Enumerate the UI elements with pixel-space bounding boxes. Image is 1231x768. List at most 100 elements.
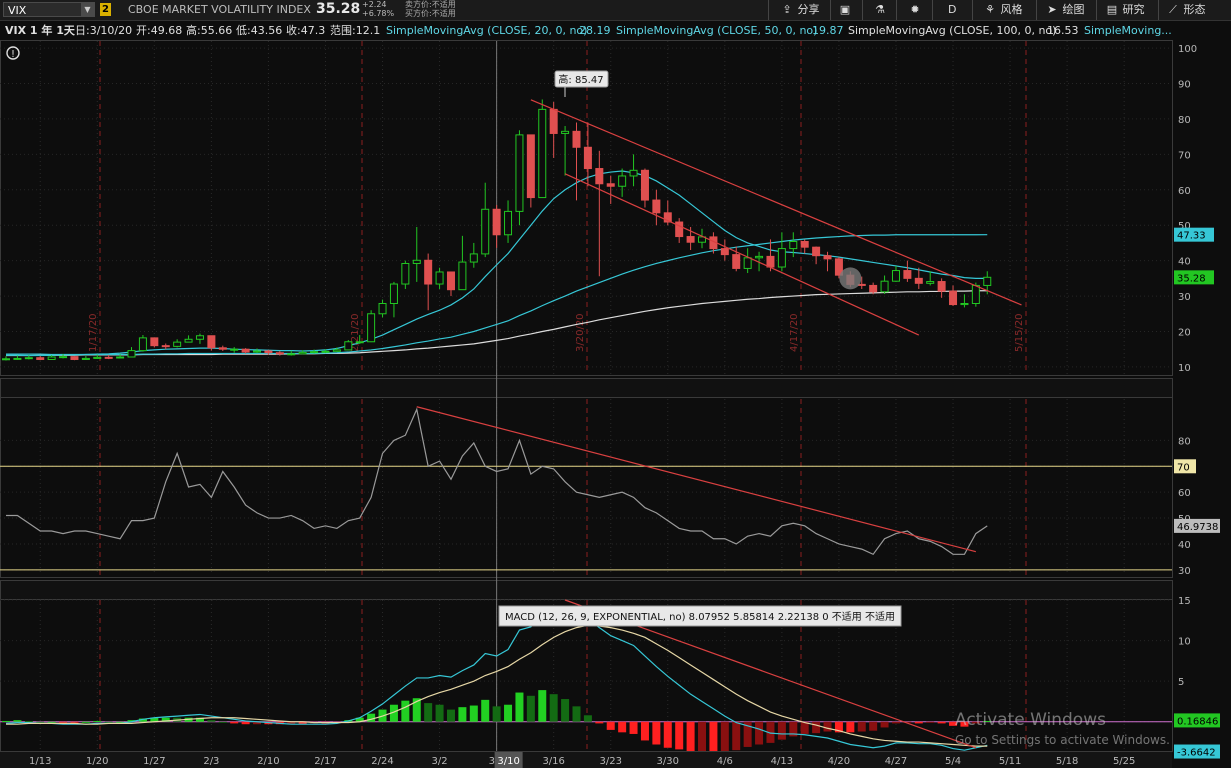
chart-title[interactable]: VIX 1 年 1天: [2, 23, 78, 38]
macd-hist-bar: [538, 690, 547, 722]
macd-hist-bar: [481, 699, 490, 722]
macd-hist-bar: [310, 721, 319, 724]
date-tick-label: 2/10: [257, 756, 279, 767]
macd-hist-bar: [195, 717, 204, 722]
macd-hist-bar: [81, 721, 90, 723]
price-axis-label: 70: [1178, 150, 1191, 161]
sma50-label[interactable]: SimpleMovingAvg (CLOSE, 50, 0, no): [613, 23, 820, 38]
macd-hist-bar: [789, 721, 798, 737]
macd-extra: 年:17.9696: [352, 583, 413, 596]
candle-body: [104, 356, 113, 359]
rsi-panel-frame: [0, 397, 1173, 578]
style-button[interactable]: ⚘ 风格: [983, 2, 1022, 18]
toolbar-divider: [932, 0, 933, 20]
macd-hist-bar: [766, 721, 775, 743]
macd-hist-bar: [116, 721, 125, 723]
sma20-label[interactable]: SimpleMovingAvg (CLOSE, 20, 0, no): [383, 23, 590, 38]
date-tick-label: 2/24: [371, 756, 393, 767]
candle-body: [230, 348, 239, 351]
macd-hist-bar: [138, 718, 147, 722]
date-tick-label: 2/17: [314, 756, 336, 767]
drawings-button[interactable]: ➤ 绘图: [1045, 2, 1085, 18]
date-tick-label: 5/4: [945, 756, 961, 767]
candle-body: [492, 208, 501, 236]
macd-hist-bar: [903, 721, 912, 723]
alert-icon: [6, 46, 20, 60]
candle-body: [344, 341, 353, 351]
toolbar-divider: [972, 0, 973, 20]
candle-body: [401, 262, 410, 285]
macd-hist-bar: [937, 721, 946, 724]
candle-body: [983, 276, 992, 286]
rsi-os: 30: [246, 381, 260, 394]
macd-hist-bar: [572, 706, 581, 722]
macd-hist-bar: [389, 704, 398, 722]
expiry-label: 2/21/20: [350, 313, 361, 352]
flask-button[interactable]: ⚗: [873, 2, 887, 18]
candle-body: [812, 246, 821, 257]
studies-button[interactable]: ▤ 研究: [1105, 2, 1145, 18]
candle-body: [732, 254, 741, 269]
macd-hist-bar: [218, 721, 227, 723]
share-button[interactable]: ⇪ 分享: [780, 2, 819, 18]
macd-hist-bar: [640, 721, 649, 741]
snapshot-button[interactable]: ▣: [838, 2, 852, 18]
candle-body: [777, 248, 786, 268]
candle-body: [116, 356, 125, 359]
patterns-button[interactable]: ⟋ 形态: [1166, 2, 1205, 18]
rsi-value: 68.1771: [197, 381, 243, 394]
price-last-label: 35.28: [1177, 273, 1206, 284]
candle-body: [504, 210, 513, 236]
macd-hist-bar: [492, 706, 501, 722]
candle-body: [446, 271, 455, 291]
studies-label: 研究: [1122, 3, 1145, 16]
price-last-box: [1174, 227, 1214, 242]
share-icon: ⇪: [782, 3, 792, 16]
macd-hist-bar: [24, 720, 33, 722]
price-axis-label: 10: [1178, 363, 1191, 374]
candle-body: [24, 357, 33, 360]
date-tick-label: 4/13: [771, 756, 793, 767]
rsi-axis-label: 30: [1178, 566, 1191, 577]
candle-body: [264, 350, 273, 354]
date-tick-label: 3/9: [489, 756, 505, 767]
rsi-ob: 70: [266, 381, 280, 394]
macd-hist-bar: [663, 721, 672, 748]
toolbar-divider: [1158, 0, 1159, 20]
candle-body: [743, 257, 752, 269]
chevron-down-icon[interactable]: ▼: [81, 3, 94, 16]
candle-body: [36, 357, 45, 360]
crosshair-date-box: [494, 752, 523, 768]
candle-body: [298, 351, 307, 355]
candle-body: [389, 283, 398, 305]
settings-button[interactable]: ✹: [908, 2, 922, 18]
date-tick-label: 2/3: [203, 756, 219, 767]
date-tick-label: 5/25: [1113, 756, 1135, 767]
macd-last-box: [1174, 744, 1220, 759]
macd-hist-bar: [161, 717, 170, 722]
toolbar-divider: [1036, 0, 1037, 20]
date-tick-label: 4/6: [717, 756, 733, 767]
sma100-label[interactable]: SimpleMovingAvg (CLOSE, 100, 0, no): [845, 23, 1059, 38]
date-tick-label: 1/13: [29, 756, 51, 767]
top-toolbar: VIX ▼ 2 CBOE MARKET VOLATILITY INDEX 35.…: [0, 0, 1231, 21]
macd-hist-bar: [70, 721, 79, 723]
macd-hist-bar: [401, 700, 410, 722]
macd-hist-bar: [709, 721, 718, 751]
macd-hist-bar: [549, 694, 558, 722]
drawings-label: 绘图: [1062, 3, 1085, 16]
candle-body: [275, 352, 284, 355]
macd-tooltip-text: MACD (12, 26, 9, EXPONENTIAL, no) 8.0795…: [505, 611, 895, 623]
candle-body: [698, 236, 707, 243]
date-tick-label: 1/20: [86, 756, 108, 767]
macd-hist-bar: [435, 704, 444, 722]
macd-hist-bar: [504, 704, 513, 722]
macd-label[interactable]: MACD (12, 26, 9, EXPONENTIAL, no): [4, 581, 203, 598]
sma50-line: [6, 234, 988, 356]
period-button[interactable]: D: [948, 2, 956, 18]
link-group-badge[interactable]: 2: [100, 3, 111, 16]
rsi-label[interactable]: RSI (14, 70, 30, CLOSE, WILDERS, no): [2, 379, 209, 396]
sma-more-label[interactable]: SimpleMoving...: [1081, 23, 1175, 38]
candle-body: [150, 337, 159, 347]
rsi-axis-label: 40: [1178, 540, 1191, 551]
